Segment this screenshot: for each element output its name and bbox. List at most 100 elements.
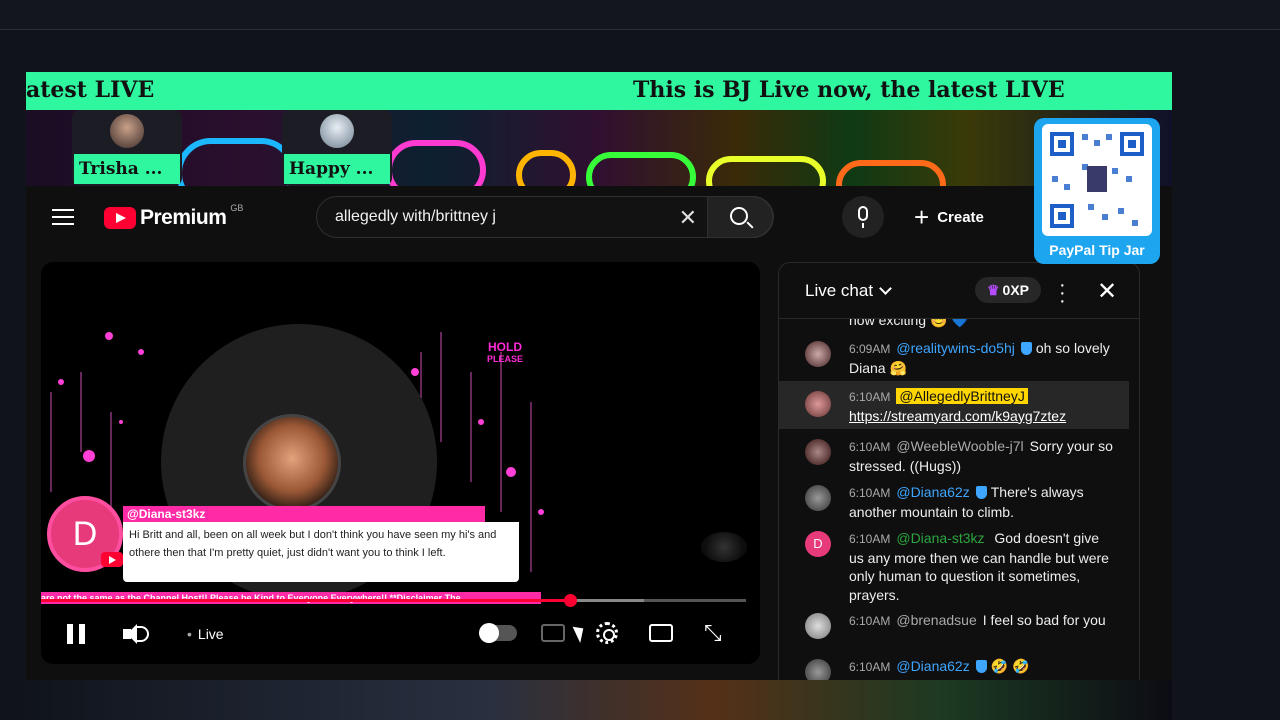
- progress-played: [41, 599, 570, 602]
- logo-brand: Premium: [140, 206, 227, 229]
- message-text: I feel so bad for you: [982, 612, 1106, 628]
- ticker-text-right: This is BJ Live now, the latest LIVE: [633, 77, 1065, 103]
- chat-message[interactable]: 6:09AM @realitywins-do5hj oh so lovely Dia…: [779, 331, 1129, 379]
- settings-icon[interactable]: [596, 622, 618, 644]
- chat-message[interactable]: 6:10AM @AllegedlyBrittneyJ https://stream…: [779, 381, 1129, 429]
- menu-icon[interactable]: [52, 209, 74, 225]
- mic-button[interactable]: [842, 196, 884, 238]
- close-icon[interactable]: ✕: [1097, 277, 1117, 306]
- chevron-down-icon: [879, 282, 892, 295]
- search-box[interactable]: allegedly with/brittney j ✕: [316, 196, 774, 238]
- member-badge-icon: [975, 660, 987, 673]
- player-controls: Live ⤡: [41, 614, 760, 654]
- message-author[interactable]: @AllegedlyBrittneyJ: [896, 388, 1028, 404]
- paypal-qr-card: PayPal Tip Jar: [1034, 118, 1160, 264]
- progress-handle[interactable]: [563, 594, 577, 607]
- member-badge-icon: [1020, 342, 1032, 355]
- hold-sub: PLEASE: [487, 354, 524, 364]
- guest-tile[interactable]: Trisha ...: [72, 110, 182, 186]
- mask-logo: [701, 532, 747, 562]
- message-author[interactable]: @realitywins-do5hj: [896, 340, 1014, 356]
- ticker-text-left: atest LIVE: [26, 77, 155, 103]
- neon-background: [26, 110, 1172, 210]
- news-ticker: atest LIVE This is BJ Live now, the late…: [26, 72, 1172, 110]
- youtube-badge-icon: [101, 552, 123, 567]
- message-time: 6:10AM: [849, 660, 891, 674]
- search-icon: [730, 207, 748, 225]
- message-author[interactable]: @WeebleWooble-j7l: [896, 438, 1023, 454]
- create-label: Create: [937, 208, 984, 226]
- message-link[interactable]: https://streamyard.com/k9ayg7ztez: [849, 408, 1066, 424]
- guest-name: Trisha ...: [74, 154, 180, 184]
- neon-floor: [26, 680, 1172, 720]
- disclaimer-crawl: are not the same as the Channel Host!! P…: [41, 592, 541, 604]
- message-author[interactable]: @Diana62z: [896, 484, 969, 500]
- logo-region: GB: [230, 203, 244, 213]
- qr-code: [1042, 124, 1152, 236]
- author-avatar: [805, 439, 831, 465]
- guest-tile[interactable]: Happy ...: [282, 110, 392, 186]
- create-button[interactable]: + Create: [906, 196, 1006, 238]
- qr-label: PayPal Tip Jar: [1049, 242, 1145, 258]
- message-author[interactable]: @brenadsue: [896, 612, 976, 628]
- hold-title: HOLD: [488, 340, 522, 354]
- mouse-cursor-icon: [572, 622, 589, 644]
- volume-icon[interactable]: [121, 622, 151, 646]
- autoplay-toggle[interactable]: [479, 623, 517, 643]
- member-badge-icon: [975, 486, 987, 499]
- fullscreen-icon[interactable]: ⤡: [704, 620, 722, 646]
- youtube-play-icon: [104, 207, 136, 229]
- hold-please-sign: HOLD PLEASE: [487, 340, 524, 365]
- live-chat-panel: Live chat ♛ 0XP · · · ✕ now exciting 😊 💙 6:…: [778, 262, 1140, 692]
- chat-messages: now exciting 😊 💙 6:09AM @realitywins-do5h…: [779, 319, 1129, 691]
- comment-text: Hi Britt and all, been on all week but I…: [123, 522, 519, 582]
- video-player[interactable]: HOLD PLEASE D @Diana-st3kz Hi Britt and …: [41, 262, 760, 664]
- browser-top-bar: [0, 0, 1280, 30]
- youtube-logo[interactable]: Premium GB: [104, 203, 244, 230]
- author-avatar: D: [805, 531, 831, 557]
- guest-avatar: [320, 114, 354, 148]
- emoji: 😊 💙: [929, 319, 969, 328]
- stream-stage: atest LIVE This is BJ Live now, the late…: [26, 72, 1172, 692]
- crown-icon: ♛: [986, 282, 1000, 298]
- search-input[interactable]: allegedly with/brittney j: [335, 208, 496, 226]
- chat-header: Live chat ♛ 0XP · · · ✕: [779, 263, 1139, 319]
- author-avatar: [805, 613, 831, 639]
- chat-message-partial: now exciting 😊 💙: [779, 319, 1129, 329]
- author-avatar: [805, 485, 831, 511]
- live-badge[interactable]: Live: [187, 626, 224, 642]
- message-author[interactable]: @Diana62z: [896, 658, 969, 674]
- chat-message[interactable]: 6:10AM @WeebleWooble-j7l Sorry your so str…: [779, 433, 1129, 477]
- clear-icon[interactable]: ✕: [679, 205, 697, 231]
- chat-mode-dropdown[interactable]: Live chat: [805, 281, 892, 301]
- youtube-window: Premium GB allegedly with/brittney j ✕ +…: [26, 186, 1172, 692]
- subtitles-icon[interactable]: [541, 624, 565, 642]
- message-time: 6:10AM: [849, 532, 891, 546]
- progress-bar[interactable]: [41, 594, 746, 607]
- xp-value: 0XP: [1002, 282, 1030, 298]
- guest-avatar: [110, 114, 144, 148]
- message-author[interactable]: @Diana-st3kz: [896, 530, 984, 546]
- message-time: 6:10AM: [849, 614, 891, 628]
- plus-icon: +: [914, 202, 930, 232]
- chat-message[interactable]: D 6:10AM @Diana-st3kz God doesn't give us…: [779, 525, 1129, 605]
- host-avatar: [243, 414, 341, 512]
- chat-message[interactable]: 6:10AM @Diana62z There's always another mo…: [779, 479, 1129, 523]
- more-icon[interactable]: · · ·: [1059, 275, 1066, 311]
- message-time: 6:10AM: [849, 486, 891, 500]
- theater-icon[interactable]: [649, 624, 673, 642]
- chat-title: Live chat: [805, 281, 874, 300]
- xp-badge[interactable]: ♛ 0XP: [975, 277, 1041, 303]
- message-time: 6:09AM: [849, 342, 891, 356]
- youtube-header: Premium GB allegedly with/brittney j ✕ +…: [26, 186, 1172, 248]
- pause-icon[interactable]: [67, 624, 85, 644]
- message-text: now exciting: [849, 319, 927, 328]
- author-avatar: [805, 391, 831, 417]
- message-text: 🤣 🤣: [990, 658, 1030, 674]
- chat-message[interactable]: 6:10AM @brenadsue I feel so bad for you: [779, 607, 1129, 651]
- mic-icon: [858, 206, 868, 221]
- chat-scrollbar[interactable]: [1129, 323, 1139, 691]
- message-time: 6:10AM: [849, 440, 891, 454]
- search-button[interactable]: [707, 196, 773, 238]
- author-avatar: [805, 341, 831, 367]
